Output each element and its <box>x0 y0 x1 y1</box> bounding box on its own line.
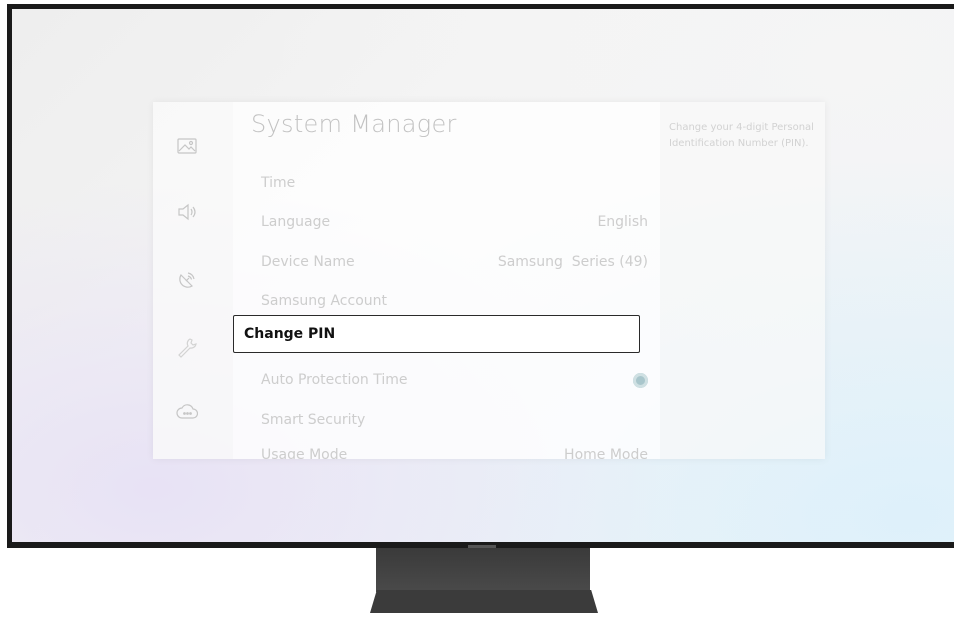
menu-item-value: Samsung Series (49) <box>497 254 648 270</box>
help-panel: Change your 4-digit Personal Identificat… <box>660 102 825 459</box>
menu-item-samsung-account[interactable]: Samsung Account <box>261 289 648 313</box>
tv-bezel: System Manager Time Language English Dev… <box>7 4 954 548</box>
menu-item-label: Usage Mode <box>261 447 348 459</box>
menu-list: System Manager Time Language English Dev… <box>233 102 660 459</box>
tv-stand <box>376 548 590 592</box>
menu-item-label: Language <box>261 214 331 230</box>
menu-item-label: Auto Protection Time <box>261 372 408 388</box>
menu-item-label: Smart Security <box>261 412 366 428</box>
menu-item-device-name[interactable]: Device Name Samsung Series (49) <box>261 250 648 274</box>
tv-illustration: System Manager Time Language English Dev… <box>0 0 954 617</box>
broadcasting-icon[interactable] <box>176 269 198 291</box>
picture-icon[interactable] <box>176 135 198 157</box>
wrench-icon[interactable] <box>176 336 198 358</box>
tv-screen: System Manager Time Language English Dev… <box>12 9 954 542</box>
auto-protection-toggle[interactable] <box>633 372 648 388</box>
menu-item-value: English <box>597 214 648 230</box>
menu-item-label: Time <box>261 175 296 191</box>
menu-item-usage-mode[interactable]: Usage Mode Home Mode <box>261 447 648 459</box>
settings-menu: System Manager Time Language English Dev… <box>153 102 825 459</box>
sound-icon[interactable] <box>176 201 198 223</box>
tv-stand-base <box>370 590 598 613</box>
menu-item-value: Home Mode <box>564 447 648 459</box>
menu-item-change-pin[interactable]: Change PIN <box>233 315 640 353</box>
help-text: Change your 4-digit Personal Identificat… <box>669 122 814 149</box>
category-sidebar <box>153 102 233 459</box>
menu-item-language[interactable]: Language English <box>261 210 648 234</box>
page-title: System Manager <box>251 110 457 138</box>
menu-item-label: Device Name <box>261 254 355 270</box>
menu-item-smart-security[interactable]: Smart Security <box>261 408 648 432</box>
support-icon[interactable] <box>176 402 198 424</box>
menu-item-time[interactable]: Time <box>261 171 648 195</box>
menu-item-auto-protection-time[interactable]: Auto Protection Time <box>261 368 648 392</box>
menu-item-label: Samsung Account <box>261 293 388 309</box>
